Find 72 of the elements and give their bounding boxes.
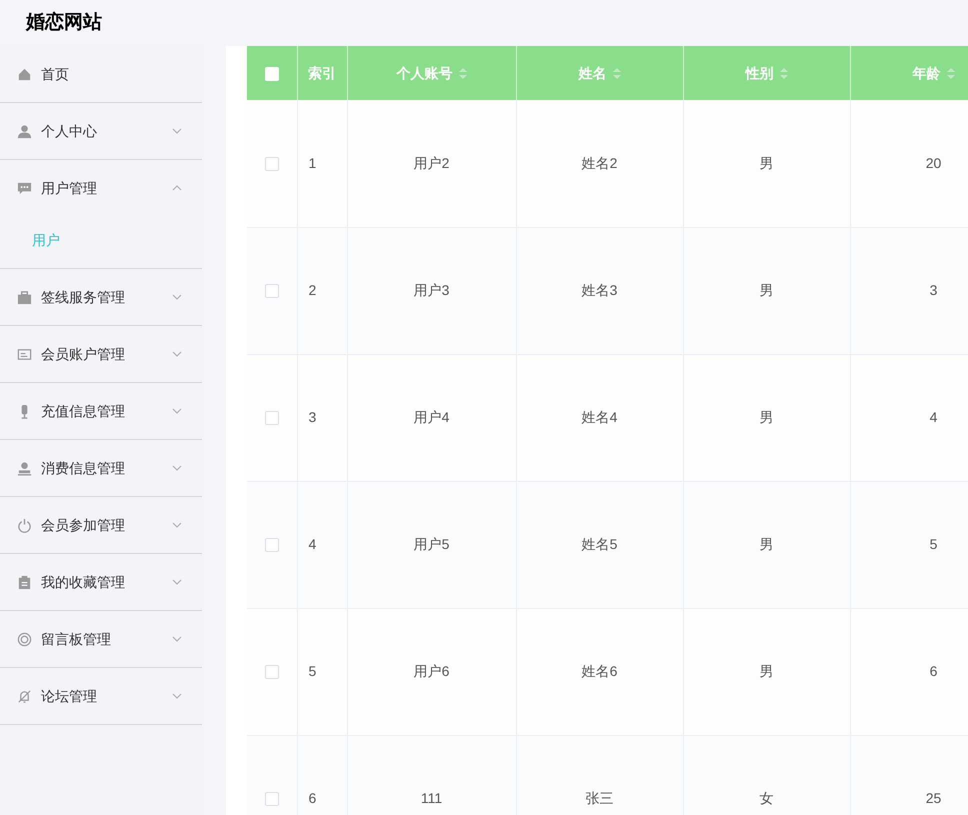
bell-off-icon — [17, 688, 32, 704]
ring-icon — [17, 632, 32, 646]
sort-icon[interactable] — [458, 68, 466, 80]
chevron-down-icon — [172, 408, 182, 414]
sidebar-menu-item[interactable]: 首页 — [0, 46, 202, 102]
table-cell: 用户3 — [414, 282, 450, 298]
table-cell: 4 — [308, 536, 316, 552]
chevron-down-icon — [172, 693, 182, 699]
card-icon — [17, 346, 32, 362]
checkbox[interactable] — [264, 157, 279, 172]
sort-icon[interactable] — [780, 68, 788, 80]
site-title: 婚恋网站 — [26, 10, 102, 35]
table-cell: 姓名5 — [582, 536, 618, 552]
person-icon — [17, 460, 32, 476]
table-cell: 6 — [930, 663, 938, 679]
sort-icon[interactable] — [612, 68, 620, 80]
table-cell: 6 — [308, 790, 316, 806]
table-cell: 男 — [760, 409, 774, 425]
table-cell: 2 — [308, 282, 316, 298]
chevron-down-icon — [172, 294, 182, 300]
sidebar-menu-item[interactable]: 论坛管理 — [0, 668, 202, 724]
briefcase-icon — [17, 290, 32, 304]
chevron-up-icon — [172, 185, 182, 191]
sidebar-menu-item[interactable]: 用户管理 — [0, 160, 202, 216]
table-cell: 3 — [930, 282, 938, 298]
chat-bubble-icon — [17, 180, 32, 196]
table-cell: 20 — [926, 154, 942, 171]
table-cell: 4 — [930, 409, 938, 425]
table-cell: 男 — [760, 154, 774, 171]
checkbox[interactable] — [264, 665, 279, 680]
table-cell: 用户4 — [414, 409, 450, 425]
table-cell: 用户6 — [414, 663, 450, 679]
table-cell: 张三 — [586, 790, 614, 806]
sidebar-menu-item[interactable]: 签线服务管理 — [0, 269, 202, 325]
table-cell: 男 — [760, 536, 774, 552]
table-cell: 姓名3 — [582, 282, 618, 298]
table-cell: 女 — [760, 790, 774, 806]
chevron-down-icon — [172, 522, 182, 528]
checkbox[interactable] — [264, 538, 279, 552]
checkbox[interactable] — [264, 792, 279, 806]
power-icon — [17, 518, 32, 532]
table-cell: 111 — [420, 790, 442, 806]
table-cell: 3 — [308, 409, 316, 425]
sidebar-menu-item[interactable]: 会员账户管理 — [0, 326, 202, 382]
sort-icon[interactable] — [946, 68, 954, 80]
sidebar-menu-item[interactable]: 会员参加管理 — [0, 497, 202, 553]
chevron-down-icon — [172, 128, 182, 134]
table-cell: 5 — [308, 663, 316, 679]
clipboard-icon — [17, 574, 32, 590]
table-cell: 用户5 — [414, 536, 450, 552]
table-cell: 姓名2 — [582, 154, 618, 171]
table-cell: 姓名6 — [582, 663, 618, 679]
checkbox[interactable] — [264, 411, 279, 426]
person-icon — [17, 124, 32, 138]
sidebar-menu-item[interactable]: 我的收藏管理 — [0, 554, 202, 610]
table-cell: 5 — [930, 536, 938, 552]
table-cell: 25 — [926, 790, 942, 806]
table-cell: 姓名4 — [582, 409, 618, 425]
table-cell: 男 — [760, 282, 774, 298]
sidebar-menu-item[interactable]: 充值信息管理 — [0, 383, 202, 439]
table-cell: 1 — [308, 154, 316, 171]
sidebar-menu-item[interactable]: 留言板管理 — [0, 611, 202, 667]
chevron-down-icon — [172, 636, 182, 642]
checkbox[interactable] — [264, 284, 279, 298]
chevron-down-icon — [172, 465, 182, 471]
sidebar-menu-item[interactable]: 个人中心 — [0, 103, 202, 159]
table-cell: 男 — [760, 663, 774, 679]
chevron-down-icon — [172, 579, 182, 585]
chevron-down-icon — [172, 351, 182, 357]
sidebar-menu-item[interactable]: 消费信息管理 — [0, 440, 202, 496]
table-cell: 用户2 — [414, 154, 450, 171]
home-icon — [17, 66, 32, 82]
